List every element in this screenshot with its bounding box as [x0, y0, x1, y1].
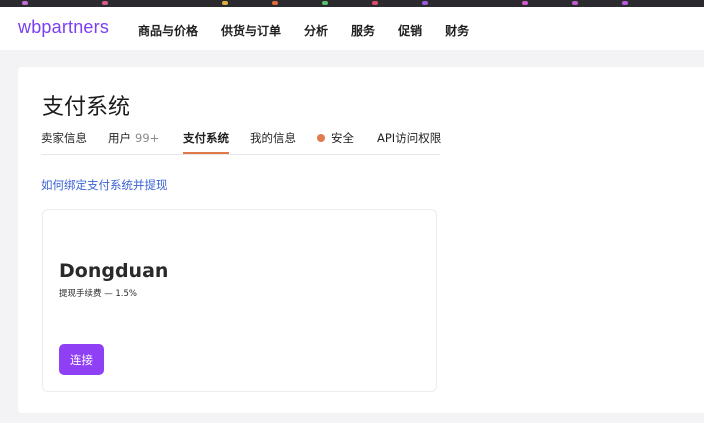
payment-provider-card: Dongduan 提现手续费 — 1.5% 连接: [42, 209, 437, 392]
wbpartners-logo[interactable]: wbpartners: [18, 17, 109, 38]
nav-item-products-prices[interactable]: 商品与价格: [138, 22, 198, 39]
strip-icon: [572, 1, 578, 5]
nav-item-finance[interactable]: 财务: [445, 22, 469, 39]
profile-tabs: 卖家信息 用户 99+ 支付系统 我的信息 安全 API访问权限: [41, 130, 441, 155]
strip-icon: [102, 1, 108, 5]
strip-icon: [322, 1, 328, 5]
strip-icon: [272, 1, 278, 5]
browser-top-strip: [0, 0, 704, 7]
tab-label: 支付系统: [183, 131, 229, 145]
tab-my-info[interactable]: 我的信息: [250, 130, 296, 146]
nav-item-supply-orders[interactable]: 供货与订单: [221, 22, 281, 39]
tab-label: 卖家信息: [41, 131, 87, 145]
tab-label: 用户: [108, 131, 131, 145]
page-title: 支付系统: [42, 95, 131, 120]
strip-icon: [372, 1, 378, 5]
nav-item-promotions[interactable]: 促销: [398, 22, 422, 39]
main-panel: 支付系统 卖家信息 用户 99+ 支付系统 我的信息 安全 API访问权限 如何绑…: [18, 67, 704, 413]
tab-label: 我的信息: [250, 131, 296, 145]
strip-icon: [222, 1, 228, 5]
strip-icon: [422, 1, 428, 5]
withdrawal-fee: 提现手续费 — 1.5%: [59, 289, 137, 299]
provider-name: Dongduan: [59, 260, 169, 282]
tab-security[interactable]: 安全: [317, 130, 354, 146]
tab-label: 安全: [331, 131, 354, 145]
strip-icon: [522, 1, 528, 5]
connect-button[interactable]: 连接: [59, 344, 104, 375]
main-nav: 商品与价格 供货与订单 分析 服务 促销 财务: [138, 22, 492, 39]
strip-icon: [22, 1, 28, 5]
tab-users[interactable]: 用户 99+: [108, 130, 159, 146]
tab-label: API访问权限: [377, 131, 442, 145]
nav-item-analytics[interactable]: 分析: [304, 22, 328, 39]
help-link-bind-payment[interactable]: 如何绑定支付系统并提现: [41, 177, 168, 193]
tab-payment-system[interactable]: 支付系统: [183, 130, 229, 154]
strip-icon: [622, 1, 628, 5]
tab-seller-info[interactable]: 卖家信息: [41, 130, 87, 146]
nav-item-services[interactable]: 服务: [351, 22, 375, 39]
top-header: wbpartners 商品与价格 供货与订单 分析 服务 促销 财务: [0, 7, 704, 50]
alert-dot-icon: [317, 134, 325, 142]
tab-api-access[interactable]: API访问权限: [377, 130, 441, 146]
users-count-badge: 99+: [135, 131, 160, 145]
